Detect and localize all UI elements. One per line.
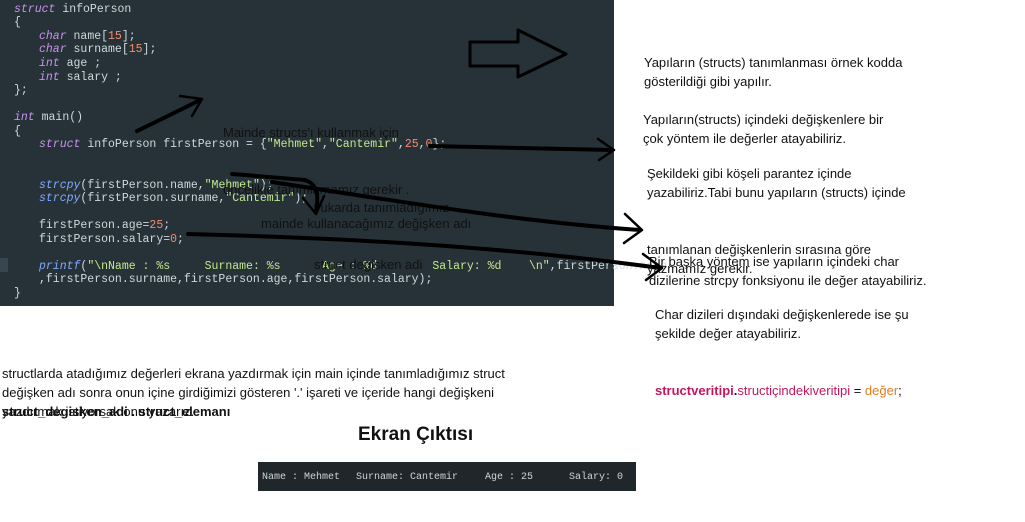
console-output: Name : Mehmet Surname: Cantemir Age : 25… bbox=[258, 462, 636, 491]
code-line: int main() bbox=[14, 111, 84, 124]
note-other-vars: Char dizileri dışındaki değişkenlerede i… bbox=[655, 307, 909, 398]
code-line: int salary ; bbox=[39, 71, 122, 84]
code-line: struct infoPerson bbox=[14, 3, 132, 16]
print-explanation: structlarda atadığımız değerleri ekrana … bbox=[2, 366, 505, 419]
code-line: }; bbox=[14, 84, 28, 97]
access-syntax: struct_degisken_adi . struct_elemanı bbox=[2, 404, 231, 419]
output-salary: Salary: 0 bbox=[569, 472, 624, 483]
code-line: char surname[15]; bbox=[39, 43, 157, 56]
assign-formula: structveritipi.structiçindekiveritipi = … bbox=[655, 383, 902, 398]
line-marker bbox=[0, 258, 8, 272]
output-surname: Surname: Cantemir bbox=[356, 472, 459, 483]
code-line: firstPerson.age=25; bbox=[39, 219, 171, 232]
code-line: int age ; bbox=[39, 57, 102, 70]
output-name: Name : Mehmet bbox=[262, 472, 341, 483]
code-line: } bbox=[14, 287, 21, 300]
var-name-note: mainde kullanacağımız değişken adı bbox=[261, 216, 472, 231]
code-line: firstPerson.salary=0; bbox=[39, 233, 184, 246]
output-age: Age : 25 bbox=[485, 472, 534, 483]
code-line: { bbox=[14, 125, 21, 138]
code-line: char name[15]; bbox=[39, 30, 136, 43]
code-line: { bbox=[14, 16, 21, 29]
output-title: Ekran Çıktısı bbox=[358, 424, 474, 445]
